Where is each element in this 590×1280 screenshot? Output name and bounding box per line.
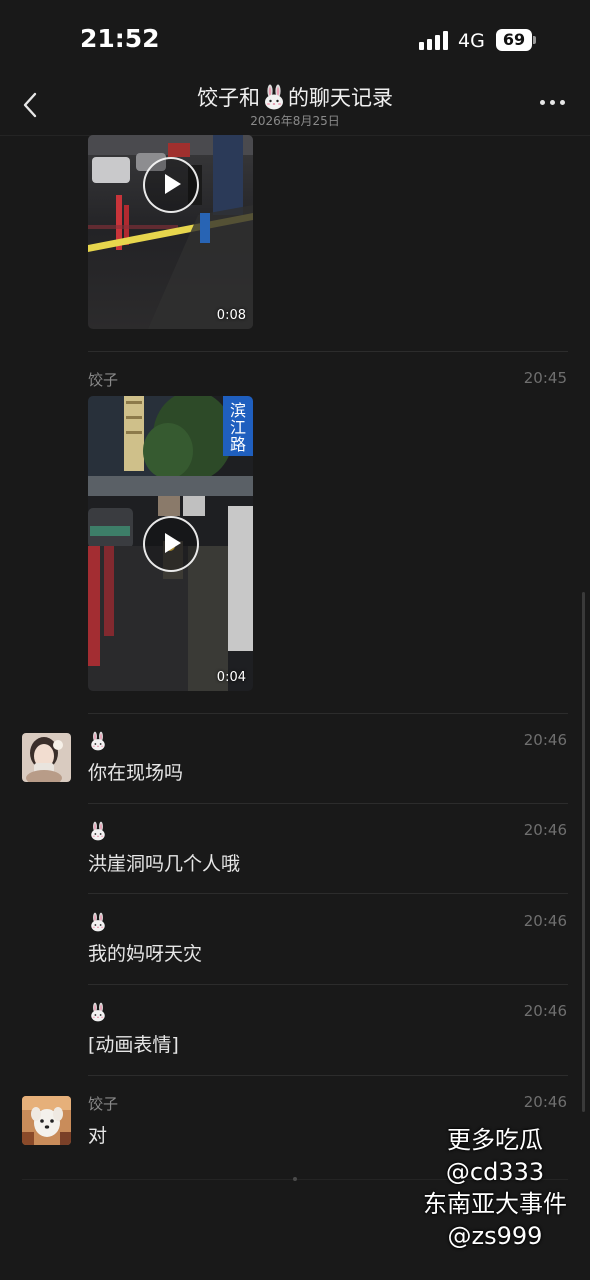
sender-name: 饺子 bbox=[88, 1095, 119, 1113]
message-time: 20:45 bbox=[523, 369, 567, 387]
bunny-emoji-icon bbox=[89, 912, 107, 932]
message-text: 对 bbox=[88, 1125, 108, 1147]
watermark-line: @zs999 bbox=[447, 1222, 543, 1250]
title-suffix: 的聊天记录 bbox=[288, 86, 393, 110]
message-text: [动画表情] bbox=[88, 1034, 179, 1056]
list-end-dot bbox=[293, 1177, 297, 1181]
message-time: 20:46 bbox=[523, 1002, 567, 1020]
sender-name: 饺子 bbox=[88, 371, 119, 389]
bunny-emoji-icon bbox=[89, 731, 107, 751]
status-bar: 21:52 4G 69 bbox=[0, 0, 590, 80]
status-time: 21:52 bbox=[80, 24, 160, 53]
network-type: 4G bbox=[458, 30, 485, 52]
bunny-emoji-icon bbox=[89, 821, 107, 841]
watermark-line: @cd333 bbox=[445, 1158, 545, 1186]
title-prefix: 饺子和 bbox=[197, 86, 260, 110]
battery-icon: 69 bbox=[496, 29, 536, 51]
message-time: 20:46 bbox=[523, 731, 567, 749]
bunny-emoji-icon bbox=[262, 84, 286, 110]
battery-level: 69 bbox=[496, 29, 532, 51]
message-divider bbox=[88, 713, 568, 714]
message-time: 20:46 bbox=[523, 912, 567, 930]
signal-icon bbox=[419, 30, 449, 50]
video-message[interactable]: 滨 江 路 0:04 bbox=[88, 396, 253, 691]
video-duration: 0:04 bbox=[216, 670, 246, 685]
message-text: 你在现场吗 bbox=[88, 762, 184, 784]
message-divider bbox=[88, 984, 568, 985]
video-duration: 0:08 bbox=[216, 308, 246, 323]
watermark-line: 东南亚大事件 bbox=[423, 1190, 567, 1218]
message-time: 20:46 bbox=[523, 821, 567, 839]
video-message[interactable]: 0:08 bbox=[88, 135, 253, 329]
message-text: 洪崖洞吗几个人哦 bbox=[88, 853, 241, 875]
message-divider bbox=[88, 803, 568, 804]
chat-history-header: 饺子和 的聊天记录 2026年8月25日 bbox=[0, 80, 590, 136]
message-time: 20:46 bbox=[523, 1093, 567, 1111]
message-divider bbox=[88, 1075, 568, 1076]
history-date: 2026年8月25日 bbox=[250, 114, 340, 128]
play-icon[interactable] bbox=[143, 157, 199, 213]
avatar[interactable] bbox=[22, 733, 71, 782]
message-text: 我的妈呀天灾 bbox=[88, 943, 203, 965]
page-title: 饺子和 的聊天记录 2026年8月25日 bbox=[0, 82, 590, 129]
bunny-emoji-icon bbox=[89, 1002, 107, 1022]
watermark-overlay: 更多吃瓜 @cd333 东南亚大事件 @zs999 bbox=[420, 1124, 570, 1252]
svg-text:路: 路 bbox=[230, 435, 246, 454]
message-divider bbox=[88, 893, 568, 894]
more-options-icon[interactable] bbox=[540, 100, 566, 108]
play-icon[interactable] bbox=[143, 516, 199, 572]
message-divider bbox=[88, 351, 568, 352]
scrollbar[interactable] bbox=[582, 592, 585, 1112]
avatar[interactable] bbox=[22, 1096, 71, 1145]
watermark-line: 更多吃瓜 bbox=[447, 1126, 543, 1154]
